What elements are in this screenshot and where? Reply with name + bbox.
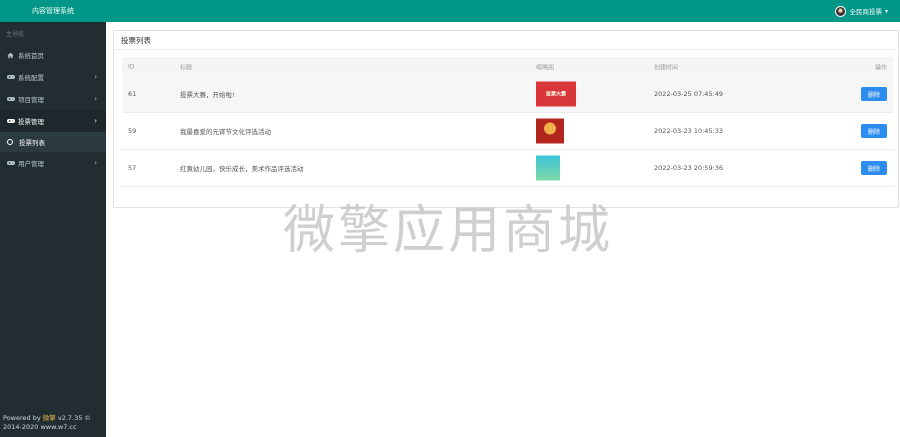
- row-thumbnail: 投票大赛: [536, 81, 576, 107]
- gamepad-icon: [6, 96, 15, 102]
- sidebar-item-votes[interactable]: 投票管理 ›: [0, 110, 106, 132]
- app-title: 内容管理系统: [0, 0, 106, 22]
- sidebar-item-home[interactable]: 系统首页: [0, 44, 106, 66]
- sidebar-item-users[interactable]: 用户管理 ›: [0, 152, 106, 174]
- vote-list-panel: 投票列表 ID 标题 缩略图 创建时间 操作 61 投票大赛，开始啦! 投票大赛…: [113, 30, 899, 208]
- gamepad-icon: [6, 74, 15, 80]
- delete-button[interactable]: 删除: [861, 124, 887, 138]
- gamepad-icon: [6, 118, 15, 124]
- footer-prefix: Powered by: [3, 414, 41, 422]
- sidebar-subitem-label: 投票列表: [19, 139, 45, 147]
- sidebar-item-label: 用户管理: [18, 160, 44, 168]
- row-thumbnail: [536, 155, 560, 181]
- row-created: 2022-03-23 10:45:33: [654, 127, 724, 135]
- row-action: 删除: [861, 124, 887, 138]
- home-icon: [6, 52, 15, 59]
- row-action: 删除: [861, 161, 887, 175]
- sidebar-item-projects[interactable]: 项目管理 ›: [0, 88, 106, 110]
- column-header-id: ID: [128, 63, 135, 70]
- footer-brand: 微擎: [42, 414, 56, 422]
- chevron-right-icon: ›: [94, 159, 97, 167]
- thumbnail-image: [536, 155, 560, 181]
- row-title: 投票大赛，开始啦!: [180, 91, 235, 99]
- user-menu[interactable]: 全民商投票 ▾: [835, 0, 888, 22]
- delete-button[interactable]: 删除: [861, 161, 887, 175]
- row-action: 删除: [861, 87, 887, 101]
- sidebar-item-label: 系统配置: [18, 74, 44, 82]
- sidebar-item-label: 投票管理: [18, 118, 44, 126]
- panel-title: 投票列表: [114, 31, 898, 50]
- delete-button[interactable]: 删除: [861, 87, 887, 101]
- row-created: 2022-03-23 20:59:36: [654, 164, 724, 172]
- sidebar-item-config[interactable]: 系统配置 ›: [0, 66, 106, 88]
- nav-section-label: 主导航: [6, 31, 25, 38]
- row-thumbnail: [536, 118, 564, 144]
- vote-table: ID 标题 缩略图 创建时间 操作 61 投票大赛，开始啦! 投票大赛 2022…: [122, 57, 893, 187]
- gamepad-icon: [6, 160, 15, 166]
- column-header-created: 创建时间: [654, 64, 679, 71]
- row-title: 红黄幼儿园，快乐成长，美术作品评选活动: [180, 165, 304, 173]
- table-row: 61 投票大赛，开始啦! 投票大赛 2022-03-25 07:45:49 删除: [122, 76, 893, 113]
- column-header-title: 标题: [180, 64, 193, 71]
- footer-copyright: 2014-2020 www.w7.cc: [3, 423, 77, 431]
- column-header-thumb: 缩略图: [536, 64, 555, 71]
- row-id: 57: [128, 164, 137, 172]
- thumbnail-image: 投票大赛: [536, 81, 576, 107]
- caret-down-icon: ▾: [884, 7, 888, 15]
- watermark: 微擎应用商城: [283, 201, 614, 261]
- row-id: 61: [128, 90, 137, 98]
- table-row: 59 我最喜爱的元宵节文化评选活动 2022-03-23 10:45:33 删除: [122, 113, 893, 150]
- table-row: 57 红黄幼儿园，快乐成长，美术作品评选活动 2022-03-23 20:59:…: [122, 150, 893, 187]
- sidebar-subitem-vote-list[interactable]: 投票列表: [0, 132, 106, 152]
- row-created: 2022-03-25 07:45:49: [654, 90, 724, 98]
- row-id: 59: [128, 127, 137, 135]
- avatar: [835, 5, 847, 17]
- table-header: ID 标题 缩略图 创建时间 操作: [122, 57, 893, 76]
- sidebar-item-label: 项目管理: [18, 96, 44, 104]
- chevron-right-icon: ›: [94, 95, 97, 103]
- sidebar-footer: Powered by 微擎 v2.7.35 © 2014-2020 www.w7…: [3, 414, 91, 432]
- user-name: 全民商投票: [849, 8, 882, 16]
- column-header-action: 操作: [874, 64, 887, 71]
- chevron-right-icon: ›: [94, 73, 97, 81]
- footer-version: v2.7.35 ©: [57, 414, 91, 422]
- chevron-right-icon: ›: [94, 117, 97, 125]
- top-bar: 全民商投票 ▾: [106, 0, 900, 22]
- thumbnail-image: [536, 118, 564, 144]
- row-title: 我最喜爱的元宵节文化评选活动: [180, 128, 271, 136]
- sidebar-item-label: 系统首页: [18, 52, 44, 60]
- sidebar: 内容管理系统 主导航 系统首页 系统配置 › 项目管理 › 投票管理 › 投票列…: [0, 0, 106, 437]
- circle-icon: [7, 139, 13, 145]
